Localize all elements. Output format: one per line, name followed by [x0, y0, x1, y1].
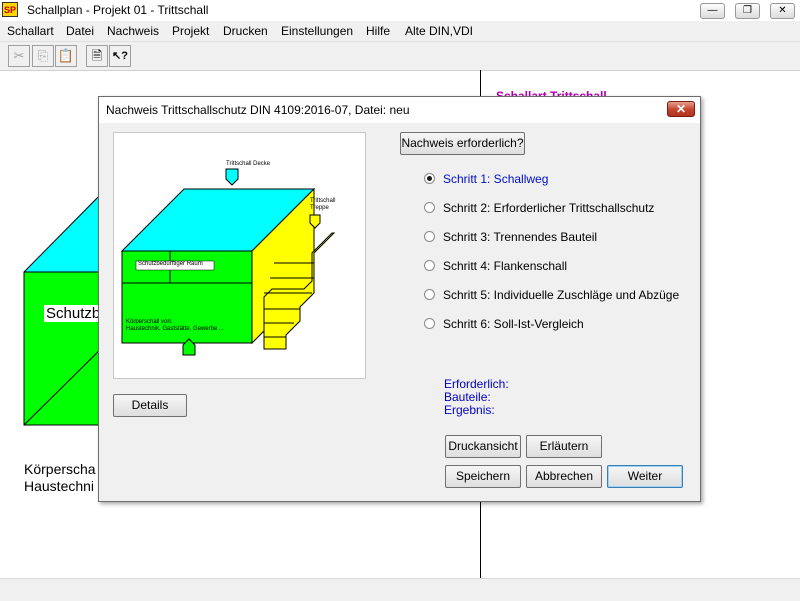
erlaeutern-button[interactable]: Erläutern: [526, 435, 602, 458]
menu-einstellungen[interactable]: Einstellungen: [281, 24, 353, 38]
radio-circle[interactable]: [424, 289, 435, 300]
radio-dot: [427, 176, 432, 181]
paste-icon[interactable]: 📋: [55, 45, 77, 67]
druckansicht-button[interactable]: Druckansicht: [445, 435, 521, 458]
diagram-label-stairs-1: Trittschall: [310, 198, 336, 204]
context-help-icon[interactable]: ↖?: [109, 45, 131, 67]
close-button[interactable]: ✕: [770, 3, 795, 19]
window-title: Schallplan - Projekt 01 - Trittschall: [27, 3, 209, 17]
menu-alte-din-vdi[interactable]: Alte DIN,VDI: [405, 24, 473, 38]
step-5-label[interactable]: Schritt 5: Individuelle Zuschläge und Ab…: [443, 288, 679, 302]
menu-drucken[interactable]: Drucken: [223, 24, 268, 38]
app-logo-icon: SP: [2, 2, 18, 17]
status-bar: [0, 578, 800, 601]
radio-circle[interactable]: [424, 260, 435, 271]
bg-room-label: Schutzb: [44, 305, 103, 322]
dialog-close-icon[interactable]: ✕: [667, 101, 695, 117]
diagram-label-stairs-2: Treppe: [310, 205, 329, 211]
bg-body-sound-line2: Haustechni: [24, 478, 95, 494]
building-diagram-svg: [120, 168, 336, 356]
ceiling-arrow: [225, 168, 239, 186]
details-button[interactable]: Details: [113, 394, 187, 417]
step-1-label[interactable]: Schritt 1: Schallweg: [443, 172, 548, 186]
menu-hilfe[interactable]: Hilfe: [366, 24, 390, 38]
menu-projekt[interactable]: Projekt: [172, 24, 209, 38]
diagram-label-room: Schutzbedürftiger Raum: [138, 261, 203, 267]
step-4-label[interactable]: Schritt 4: Flankenschall: [443, 259, 567, 273]
building-diagram: Trittschall Decke Trittschall Treppe Sch…: [113, 132, 366, 379]
properties-icon[interactable]: 🗎: [86, 45, 108, 67]
radio-circle[interactable]: [424, 231, 435, 242]
diagram-label-body-2: Haustechnik, Gaststätte, Gewerbe ...: [126, 326, 225, 332]
bg-body-sound-line1: Körperscha: [24, 461, 96, 477]
menu-bar: Schallart Datei Nachweis Projekt Drucken…: [0, 21, 800, 42]
dialog-title: Nachweis Trittschallschutz DIN 4109:2016…: [106, 103, 410, 117]
info-required: Erforderlich:: [444, 377, 509, 391]
info-result: Ergebnis:: [444, 403, 495, 417]
step-3-label[interactable]: Schritt 3: Trennendes Bauteil: [443, 230, 597, 244]
menu-nachweis[interactable]: Nachweis: [107, 24, 159, 38]
minimize-button[interactable]: —: [700, 3, 725, 19]
diagram-label-body-1: Körperschall von:: [126, 319, 173, 325]
nachweis-erforderlich-button[interactable]: Nachweis erforderlich?: [400, 132, 525, 155]
radio-circle[interactable]: [424, 202, 435, 213]
menu-schallart[interactable]: Schallart: [7, 24, 54, 38]
window-titlebar: SP Schallplan - Projekt 01 - Trittschall…: [0, 0, 800, 21]
info-parts: Bauteile:: [444, 390, 491, 404]
step-2-label[interactable]: Schritt 2: Erforderlicher Trittschallsch…: [443, 201, 654, 215]
diagram-label-ceiling: Trittschall Decke: [226, 161, 271, 167]
abbrechen-button[interactable]: Abbrechen: [526, 465, 602, 488]
restore-button[interactable]: ❐: [735, 3, 760, 19]
copy-icon[interactable]: ⎘: [32, 45, 54, 67]
weiter-button[interactable]: Weiter: [607, 465, 683, 488]
toolbar: ✂ ⎘ 📋 🗎 ↖?: [0, 42, 800, 71]
dialog-titlebar: Nachweis Trittschallschutz DIN 4109:2016…: [99, 97, 700, 123]
menu-datei[interactable]: Datei: [66, 24, 94, 38]
nachweis-dialog: Nachweis Trittschallschutz DIN 4109:2016…: [98, 96, 701, 502]
radio-circle[interactable]: [424, 318, 435, 329]
cut-icon[interactable]: ✂: [8, 45, 30, 67]
step-6-label[interactable]: Schritt 6: Soll-Ist-Vergleich: [443, 317, 584, 331]
radio-circle[interactable]: [424, 173, 435, 184]
speichern-button[interactable]: Speichern: [445, 465, 521, 488]
